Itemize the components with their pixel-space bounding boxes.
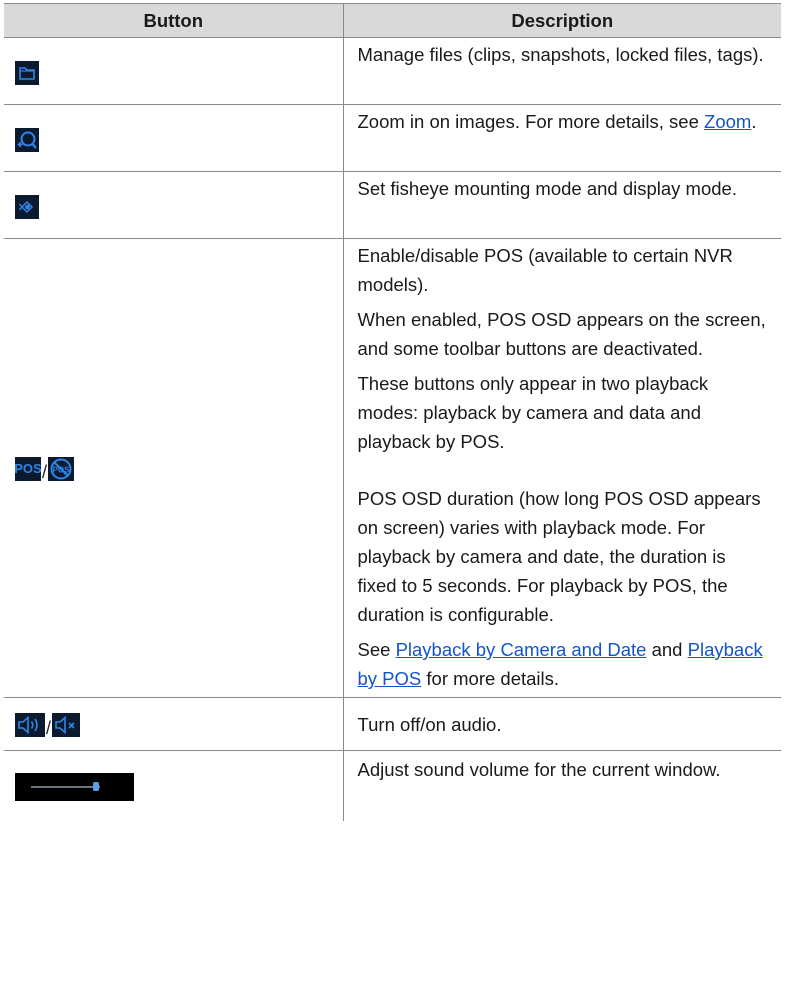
see-also-text: See Playback by Camera and Date and Play… [357, 639, 763, 689]
description-cell: Adjust sound volume for the current wind… [342, 750, 781, 821]
header-button: Button [4, 3, 343, 38]
description-paragraph: When enabled, POS OSD appears on the scr… [357, 309, 766, 359]
table-row: Adjust sound volume for the current wind… [4, 750, 781, 822]
table-row: Zoom in on images. For more details, see… [4, 104, 781, 172]
description-cell: Enable/disable POS (available to certain… [342, 238, 781, 698]
description-text: Zoom in on images. For more details, see… [357, 111, 757, 132]
button-cell: POS/ POS [4, 238, 343, 698]
table-row: Set fisheye mounting mode and display mo… [4, 171, 781, 239]
table-row: Manage files (clips, snapshots, locked f… [4, 37, 781, 105]
description-cell: Set fisheye mounting mode and display mo… [342, 171, 781, 239]
description-text: Adjust sound volume for the current wind… [357, 759, 721, 780]
header-description: Description [342, 3, 781, 38]
audio-mute-icon [52, 712, 81, 737]
button-cell [4, 751, 343, 822]
description-cell: Manage files (clips, snapshots, locked f… [342, 37, 781, 105]
volume-slider[interactable] [15, 773, 134, 802]
button-cell: / [4, 697, 343, 751]
table-header-row: Button Description [4, 3, 781, 38]
description-paragraph: Enable/disable POS (available to certain… [357, 245, 733, 295]
pos-enable-icon: POS [14, 456, 42, 481]
volume-knob[interactable] [93, 782, 99, 792]
playback-by-camera-and-date-link[interactable]: Playback by Camera and Date [396, 639, 647, 660]
description-text: Set fisheye mounting mode and display mo… [357, 178, 737, 199]
audio-on-icon [15, 712, 45, 737]
separator: / [46, 718, 52, 739]
zoom-link[interactable]: Zoom [704, 111, 751, 132]
description-text: Manage files (clips, snapshots, locked f… [357, 44, 764, 65]
separator: / [42, 462, 48, 483]
button-cell [4, 37, 343, 105]
volume-track [31, 786, 100, 789]
description-text: Turn off/on audio. [357, 713, 502, 735]
description-cell: Zoom in on images. For more details, see… [342, 104, 781, 172]
description-paragraph: These buttons only appear in two playbac… [357, 373, 709, 452]
pos-disable-icon: POS [48, 456, 75, 481]
button-description-table: Button Description Manage files (clips, … [4, 3, 781, 821]
button-cell [4, 171, 343, 239]
fisheye-icon [15, 194, 39, 219]
button-cell [4, 104, 343, 172]
zoom-in-icon [15, 127, 39, 152]
folder-icon [15, 60, 39, 85]
table-row: / Turn off/on audio. [4, 697, 781, 751]
description-paragraph: POS OSD duration (how long POS OSD appea… [357, 488, 761, 625]
table-row: POS/ POS Enable/disable POS (available t… [4, 238, 781, 698]
description-cell: Turn off/on audio. [342, 697, 781, 751]
